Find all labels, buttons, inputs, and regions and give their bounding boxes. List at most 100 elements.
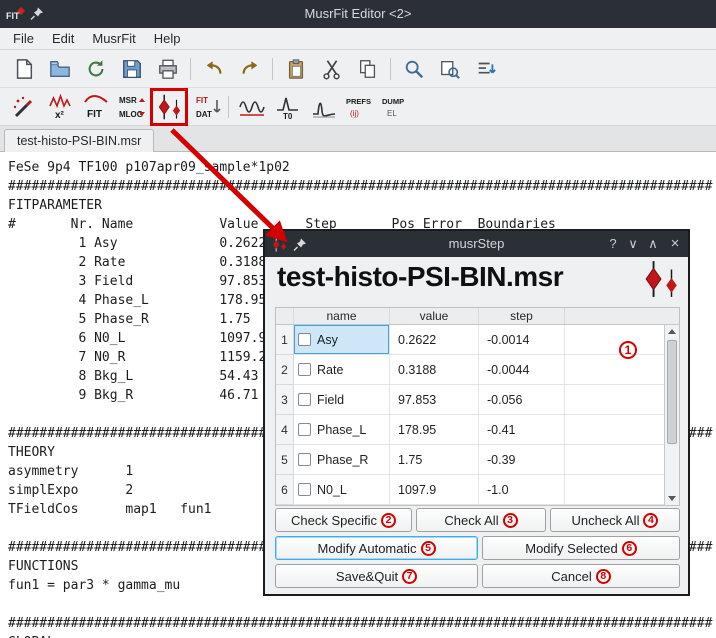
scrollbar-thumb[interactable] — [667, 340, 677, 444]
row-checkbox[interactable] — [298, 363, 311, 376]
col-header-step[interactable]: step — [479, 308, 565, 324]
toolbar-separator — [228, 96, 229, 118]
row-checkbox[interactable] — [298, 393, 311, 406]
paste-button[interactable] — [280, 53, 312, 85]
step-cell[interactable]: -0.39 — [479, 445, 565, 475]
corner-header — [276, 308, 294, 324]
tab-msr-file[interactable]: test-histo-PSI-BIN.msr — [4, 129, 154, 152]
musrfit-button[interactable]: FIT — [80, 91, 112, 123]
svg-text:x²: x² — [55, 110, 65, 120]
modify-automatic-button[interactable]: Modify Automatic 5 — [275, 536, 478, 560]
param-name: Field — [317, 393, 344, 407]
calc-chisq-button[interactable]: x² — [44, 91, 76, 123]
menu-file[interactable]: File — [4, 29, 43, 48]
fit2dat-button[interactable]: FIT DAT — [192, 91, 224, 123]
value-cell[interactable]: 1097.9 — [390, 475, 479, 505]
menu-edit[interactable]: Edit — [43, 29, 83, 48]
value-cell[interactable]: 0.3188 — [390, 355, 479, 385]
tab-label: test-histo-PSI-BIN.msr — [17, 134, 141, 148]
value-cell[interactable]: 1.75 — [390, 445, 479, 475]
cut-button[interactable] — [316, 53, 348, 85]
search-button[interactable] — [398, 53, 430, 85]
close-button[interactable]: × — [666, 231, 684, 257]
svg-text:PREFS: PREFS — [346, 97, 371, 106]
open-file-button[interactable] — [44, 53, 76, 85]
goto-line-button[interactable] — [470, 53, 502, 85]
help-button[interactable]: ? — [604, 231, 622, 257]
svg-text:T0: T0 — [283, 112, 293, 120]
table-row: 3 Field 97.853 -0.056 — [276, 385, 679, 415]
svg-text:FIT: FIT — [87, 109, 102, 120]
row-number: 3 — [276, 385, 294, 415]
musrfit-toolbar: x² FIT MSR MLOG FI — [0, 88, 716, 126]
name-cell[interactable]: Phase_R — [294, 445, 390, 475]
musrview-button[interactable] — [308, 91, 340, 123]
new-file-button[interactable] — [8, 53, 40, 85]
undo-button[interactable] — [198, 53, 230, 85]
svg-text:DUMP: DUMP — [382, 97, 404, 106]
print-button[interactable] — [152, 53, 184, 85]
svg-text:FIT: FIT — [196, 96, 208, 105]
row-number: 5 — [276, 445, 294, 475]
name-cell[interactable]: Phase_L — [294, 415, 390, 445]
row-checkbox[interactable] — [298, 483, 311, 496]
find-replace-button[interactable] — [434, 53, 466, 85]
col-header-name[interactable]: name — [294, 308, 390, 324]
name-cell[interactable]: Field — [294, 385, 390, 415]
dialog-file-title: test-histo-PSI-BIN.msr — [277, 261, 563, 293]
svg-text:(ij): (ij) — [350, 109, 359, 118]
msr2mlog-button[interactable]: MSR MLOG — [116, 91, 148, 123]
name-cell[interactable]: N0_L — [294, 475, 390, 505]
table-row: 5 Phase_R 1.75 -0.39 — [276, 445, 679, 475]
menu-musrfit[interactable]: MusrFit — [83, 29, 144, 48]
print-icon — [157, 58, 179, 80]
col-header-value[interactable]: value — [390, 308, 479, 324]
value-cell[interactable]: 97.853 — [390, 385, 479, 415]
cancel-button[interactable]: Cancel 8 — [482, 564, 680, 588]
scroll-down-arrow[interactable] — [668, 496, 676, 501]
save-button[interactable] — [116, 53, 148, 85]
menu-help[interactable]: Help — [145, 29, 190, 48]
step-cell[interactable]: -0.0044 — [479, 355, 565, 385]
row-checkbox[interactable] — [298, 453, 311, 466]
callout-1: 1 — [619, 341, 637, 359]
musrfit-editor-window: FIT MusrFit Editor <2> File Edit MusrFit… — [0, 0, 716, 638]
step-cell[interactable]: -0.056 — [479, 385, 565, 415]
name-cell[interactable]: Rate — [294, 355, 390, 385]
param-name: Asy — [317, 333, 338, 347]
check-specific-button[interactable]: Check Specific 2 — [275, 508, 412, 532]
scroll-up-arrow[interactable] — [668, 329, 676, 334]
new-file-icon — [13, 58, 35, 80]
row-checkbox[interactable] — [298, 333, 311, 346]
reload-button[interactable] — [80, 53, 112, 85]
musrdump-button[interactable]: DUMP EL — [380, 91, 412, 123]
musrt0-button[interactable]: T0 — [272, 91, 304, 123]
value-cell[interactable]: 0.2622 — [390, 325, 479, 355]
copy-button[interactable] — [352, 53, 384, 85]
musrstep-dialog: musrStep ? ∨ ∧ × test-histo-PSI-BIN.msr … — [263, 229, 690, 596]
callout-4: 4 — [643, 513, 658, 528]
row-checkbox[interactable] — [298, 423, 311, 436]
plot-asymmetry-button[interactable] — [236, 91, 268, 123]
check-all-button[interactable]: Check All 3 — [416, 508, 546, 532]
redo-button[interactable] — [234, 53, 266, 85]
uncheck-all-button[interactable]: Uncheck All 4 — [550, 508, 680, 532]
shade-up-button[interactable]: ∧ — [644, 231, 662, 257]
dump-icon: DUMP EL — [381, 94, 411, 120]
musrwiz-button[interactable] — [8, 91, 40, 123]
step-cell[interactable]: -1.0 — [479, 475, 565, 505]
table-scrollbar[interactable] — [664, 325, 679, 505]
musrprefs-button[interactable]: PREFS (ij) — [344, 91, 376, 123]
name-cell[interactable]: Asy — [294, 325, 390, 355]
step-cell[interactable]: -0.41 — [479, 415, 565, 445]
window-titlebar[interactable]: FIT MusrFit Editor <2> — [0, 0, 716, 28]
modify-selected-button[interactable]: Modify Selected 6 — [482, 536, 680, 560]
value-cell[interactable]: 178.95 — [390, 415, 479, 445]
save-quit-button[interactable]: Save&Quit 7 — [275, 564, 478, 588]
callout-3: 3 — [503, 513, 518, 528]
svg-text:MLOG: MLOG — [119, 110, 143, 119]
copy-icon — [357, 58, 379, 80]
dialog-titlebar[interactable]: musrStep ? ∨ ∧ × — [265, 231, 688, 257]
step-cell[interactable]: -0.0014 — [479, 325, 565, 355]
shade-down-button[interactable]: ∨ — [624, 231, 642, 257]
